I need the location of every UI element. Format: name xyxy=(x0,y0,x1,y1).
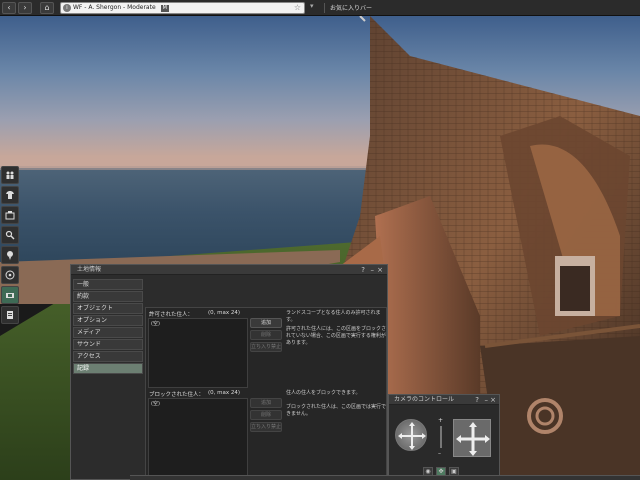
allowed-ban-button[interactable]: 立ち入り禁止 xyxy=(250,342,282,352)
left-toolbar xyxy=(0,166,20,326)
minimize-icon[interactable]: – xyxy=(371,265,375,275)
inventory-icon[interactable] xyxy=(1,206,19,224)
people-icon[interactable] xyxy=(1,166,19,184)
land-tabs: 一般 約款 オブジェクト オプション メディア サウンド アクセス 記録 xyxy=(73,279,143,375)
banned-info-1: 住人の住人をブロックできます。 xyxy=(286,390,361,396)
allowed-info-1: ランドスコープとなる住人のみ許可されます。 xyxy=(286,310,381,323)
appearance-icon[interactable] xyxy=(1,186,19,204)
tab-options[interactable]: オプション xyxy=(73,315,143,326)
tab-sound[interactable]: サウンド xyxy=(73,339,143,350)
allowed-list-header: 許可された住人： xyxy=(149,312,194,318)
top-toolbar: ‹ › ⌂ i WF - A. Shergon - Moderate M ☆ ▾… xyxy=(0,0,640,16)
tab-objects[interactable]: オブジェクト xyxy=(73,303,143,314)
tab-record[interactable]: 記録 xyxy=(73,363,143,374)
maturity-badge: M xyxy=(160,5,169,12)
allowed-remove-button[interactable]: 削除 xyxy=(250,330,282,340)
zoom-minus-icon[interactable]: – xyxy=(438,450,441,457)
orbit-icon[interactable] xyxy=(395,419,427,451)
help-icon[interactable]: ? xyxy=(361,265,365,275)
allowed-add-button[interactable]: 追加 xyxy=(250,318,282,328)
chevron-down-icon[interactable]: ▾ xyxy=(310,2,314,10)
list-item[interactable]: (空) xyxy=(149,399,247,408)
tab-access[interactable]: アクセス xyxy=(73,351,143,362)
allowed-info-2: 許可された住人には、この区画をブロックされていない場合、この区画で実行する権利が… xyxy=(286,326,387,346)
zoom-slider[interactable]: + – xyxy=(437,417,445,457)
home-icon[interactable]: ⌂ xyxy=(40,2,54,14)
help-icon[interactable]: ? xyxy=(475,395,479,405)
zoom-track xyxy=(440,426,442,448)
allowed-list-max: (0, max 24) xyxy=(208,310,241,316)
minimap-icon[interactable] xyxy=(1,266,19,284)
access-panel: 許可された住人： (0, max 24) (空) 追加 削除 立ち入り禁止 ラン… xyxy=(145,307,387,479)
pan-icon[interactable] xyxy=(453,419,491,457)
location-text: WF - A. Shergon - Moderate xyxy=(73,4,156,11)
notes-icon[interactable] xyxy=(1,306,19,324)
back-arrow-icon[interactable]: ‹ xyxy=(2,2,16,14)
banned-remove-button[interactable]: 削除 xyxy=(250,410,282,420)
allowed-residents-list[interactable]: (空) xyxy=(148,318,248,388)
zoom-plus-icon[interactable]: + xyxy=(438,417,443,424)
location-bar[interactable]: i WF - A. Shergon - Moderate M ☆ xyxy=(60,2,305,14)
toolbar-divider xyxy=(324,3,325,13)
list-item[interactable]: (空) xyxy=(149,319,247,328)
about-land-dialog: 土地情報 ? – × 一般 約款 オブジェクト オプション メディア サウンド … xyxy=(70,264,388,480)
banned-add-button[interactable]: 追加 xyxy=(250,398,282,408)
close-icon[interactable]: × xyxy=(490,395,496,405)
tab-general[interactable]: 一般 xyxy=(73,279,143,290)
dialog-title: 土地情報 xyxy=(77,266,102,273)
camera-title: カメラのコントロール xyxy=(394,396,455,403)
camera-titlebar[interactable]: カメラのコントロール ? – × xyxy=(389,395,499,405)
tab-covenant[interactable]: 約款 xyxy=(73,291,143,302)
forward-arrow-icon[interactable]: › xyxy=(18,2,32,14)
banned-info-2: ブロックされた住人は、この区画では実行できません。 xyxy=(286,404,387,417)
favorites-bar-label[interactable]: お気に入りバー xyxy=(330,3,372,12)
minimize-icon[interactable]: – xyxy=(485,395,489,405)
bottom-toolbar xyxy=(130,475,640,480)
info-icon[interactable]: i xyxy=(63,4,71,12)
banned-ban-button[interactable]: 立ち入り禁止 xyxy=(250,422,282,432)
search-icon[interactable] xyxy=(1,226,19,244)
land-icon[interactable] xyxy=(1,286,19,304)
places-icon[interactable] xyxy=(1,246,19,264)
camera-controls-dialog: カメラのコントロール ? – × + – ◉ ✥ ▣ xyxy=(388,394,500,480)
tab-media[interactable]: メディア xyxy=(73,327,143,338)
banned-residents-list[interactable]: (空) xyxy=(148,398,248,476)
banned-list-max: (0, max 24) xyxy=(208,390,241,396)
star-icon[interactable]: ☆ xyxy=(294,3,301,13)
banned-list-header: ブロックされた住人： xyxy=(149,392,205,398)
dialog-titlebar[interactable]: 土地情報 ? – × xyxy=(71,265,387,275)
close-icon[interactable]: × xyxy=(377,265,383,275)
